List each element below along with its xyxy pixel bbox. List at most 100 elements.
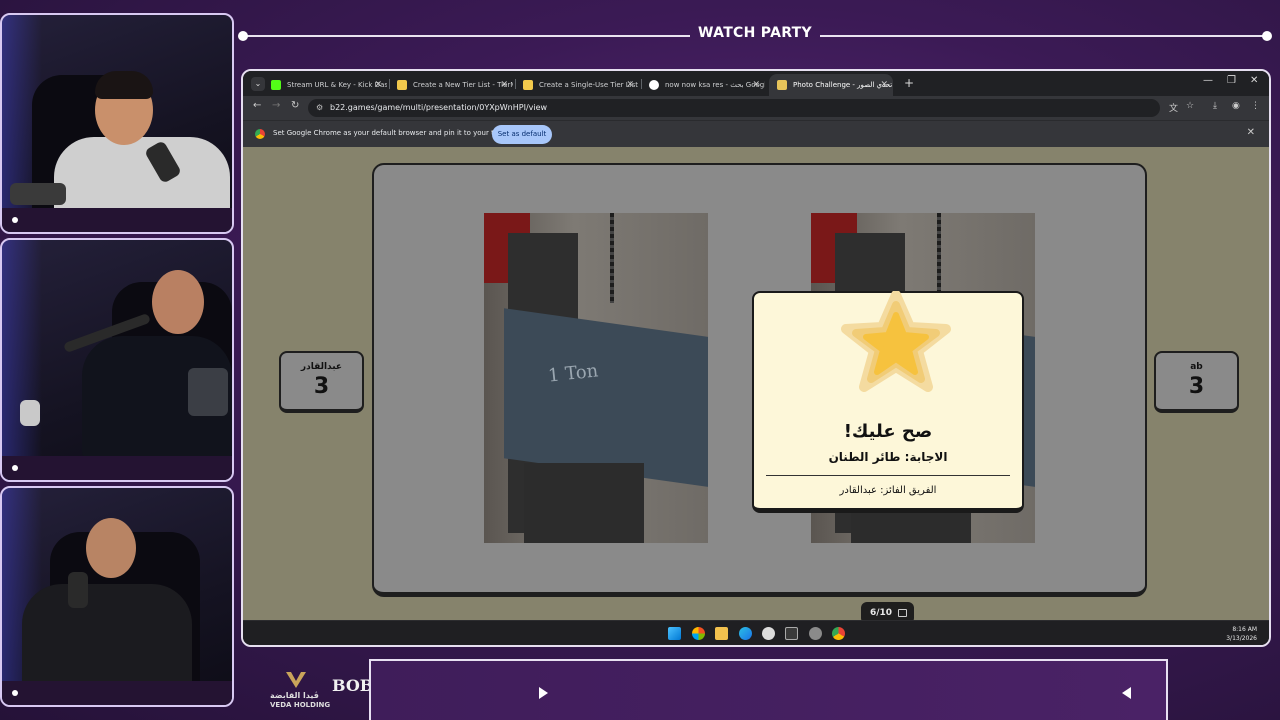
- tab-label: Create a Single-Use Tier List (F: [539, 81, 639, 89]
- cam-label-bar: [2, 681, 232, 705]
- tab-label: now now ksa res - بحث Google: [665, 81, 765, 89]
- tab-tiermaker-new[interactable]: Create a New Tier List - TierMa ✕: [389, 74, 513, 96]
- window-close-icon[interactable]: ✕: [1250, 75, 1258, 86]
- result-headline: صح عليك!: [843, 421, 933, 442]
- correct-answer-modal: صح عليك! الاجابة: طائر الطنان الفريق الف…: [752, 290, 1024, 513]
- title-dot-right: [1262, 31, 1272, 41]
- settings-icon[interactable]: [809, 627, 822, 640]
- left-arrow-icon: [1122, 687, 1131, 699]
- chrome-icon: [255, 129, 265, 139]
- tab-tiermaker-single[interactable]: Create a Single-Use Tier List (F ✕: [515, 74, 639, 96]
- game-card: 1 Ton 1 Ton صح عليك!: [372, 163, 1147, 624]
- cam-dot: [12, 465, 18, 471]
- webcam-panel-2: [0, 238, 234, 482]
- veda-logo-icon: [286, 672, 306, 688]
- score-card-left: عبدالقادر 3: [279, 351, 364, 413]
- tab-label: Photo Challenge - تحدي الصور: [793, 81, 893, 89]
- answer-text: الاجابة: طائر الطنان: [828, 450, 948, 464]
- terminal-icon[interactable]: [785, 627, 798, 640]
- cup: [20, 400, 40, 426]
- page-viewport: عبدالقادر 3 1 Ton 1 Ton: [243, 147, 1269, 624]
- cam-light: [2, 240, 42, 480]
- tab-label: Create a New Tier List - TierMa: [413, 81, 513, 89]
- copilot-icon[interactable]: [692, 627, 705, 640]
- hair: [95, 71, 153, 99]
- sponsor-logos: ڤيدا القابضة VEDA HOLDING BOBS: [244, 664, 385, 716]
- cam-label-bar: [2, 208, 232, 232]
- tablet: [188, 368, 228, 416]
- default-browser-infobar: Set Google Chrome as your default browse…: [243, 120, 1269, 147]
- bookmark-star-icon[interactable]: ☆: [1186, 101, 1194, 111]
- tiermaker-icon: [397, 80, 407, 90]
- cam-dot: [12, 217, 18, 223]
- site-info-icon[interactable]: ⚙: [316, 99, 323, 117]
- translate-icon[interactable]: 文: [1169, 101, 1178, 114]
- set-as-default-button[interactable]: Set as default: [492, 125, 552, 144]
- back-icon[interactable]: ←: [253, 100, 261, 111]
- close-tab-icon[interactable]: ✕: [752, 74, 760, 96]
- bottom-ticker: [369, 659, 1168, 720]
- modal-divider: [766, 475, 1010, 476]
- team-score: 3: [313, 374, 330, 399]
- title-line-right: [820, 35, 1266, 37]
- person-head: [152, 270, 204, 334]
- download-icon[interactable]: ⤓: [1213, 101, 1217, 111]
- address-bar[interactable]: ⚙ b22.games/game/multi/presentation/0YXp…: [308, 99, 1160, 117]
- kick-icon: [271, 80, 281, 90]
- person-body: [22, 584, 192, 694]
- chrome-taskbar-icon[interactable]: [832, 627, 845, 640]
- clock-time: 8:16 AM: [1232, 626, 1257, 633]
- google-icon: [649, 80, 659, 90]
- infobar-close-icon[interactable]: ✕: [1247, 127, 1255, 138]
- play-arrow-icon: [539, 687, 548, 699]
- person-head: [86, 518, 136, 578]
- edge-icon[interactable]: [739, 627, 752, 640]
- image-icon: [898, 609, 907, 617]
- cam-dot: [12, 690, 18, 696]
- browser-window: ⌄ Stream URL & Key - Kick Dashb ✕ Create…: [241, 69, 1271, 647]
- team-name: عبدالقادر: [300, 362, 343, 372]
- system-clock[interactable]: 8:16 AM 3/13/2026: [1226, 625, 1257, 643]
- forward-icon[interactable]: →: [272, 100, 280, 111]
- close-tab-icon[interactable]: ✕: [500, 74, 508, 96]
- microphone: [68, 572, 88, 608]
- tab-kick-dashboard[interactable]: Stream URL & Key - Kick Dashb ✕: [263, 74, 387, 96]
- team-score: 3: [1188, 374, 1205, 399]
- keyboard: [10, 183, 66, 205]
- profile-icon[interactable]: ◉: [1232, 101, 1240, 111]
- new-tab-icon[interactable]: +: [904, 76, 914, 90]
- close-tab-icon[interactable]: ✕: [880, 74, 888, 96]
- file-explorer-icon[interactable]: [715, 627, 728, 640]
- veda-arabic-name: ڤيدا القابضة: [270, 691, 319, 700]
- tiermaker-icon: [523, 80, 533, 90]
- photo-left: 1 Ton: [484, 213, 708, 543]
- minimize-icon[interactable]: —: [1203, 75, 1213, 86]
- obs-icon[interactable]: [762, 627, 775, 640]
- photo-challenge-icon: [777, 80, 787, 90]
- maximize-icon[interactable]: ❐: [1227, 75, 1236, 86]
- windows-taskbar: 8:16 AM 3/13/2026: [243, 620, 1269, 645]
- team-name: ab: [1190, 362, 1203, 372]
- reload-icon[interactable]: ↻: [291, 100, 299, 111]
- tab-strip: ⌄ Stream URL & Key - Kick Dashb ✕ Create…: [243, 71, 1269, 96]
- star-icon: [840, 290, 952, 395]
- watch-party-header: WATCH PARTY: [238, 22, 1272, 48]
- veda-name: VEDA HOLDING: [270, 701, 331, 709]
- tab-google-search[interactable]: now now ksa res - بحث Google ✕: [641, 74, 765, 96]
- webcam-panel-3: [0, 486, 234, 707]
- menu-icon[interactable]: ⋮: [1251, 101, 1260, 111]
- progress-text: 6/10: [870, 608, 893, 618]
- clock-date: 3/13/2026: [1226, 635, 1257, 642]
- tab-label: Stream URL & Key - Kick Dashb: [287, 81, 387, 89]
- close-tab-icon[interactable]: ✕: [374, 74, 382, 96]
- close-tab-icon[interactable]: ✕: [626, 74, 634, 96]
- url-text: b22.games/game/multi/presentation/0YXpWn…: [330, 103, 548, 112]
- cam-label-bar: [2, 456, 232, 480]
- start-icon[interactable]: [668, 627, 681, 640]
- score-card-right: ab 3: [1154, 351, 1239, 413]
- webcam-panel-1: [0, 13, 234, 234]
- tab-photo-challenge[interactable]: Photo Challenge - تحدي الصور ✕: [769, 74, 893, 96]
- infobar-message: Set Google Chrome as your default browse…: [273, 129, 518, 137]
- winning-team-text: الفريق الفائز: عبدالقادر: [839, 485, 937, 496]
- overlay-title: WATCH PARTY: [698, 25, 812, 41]
